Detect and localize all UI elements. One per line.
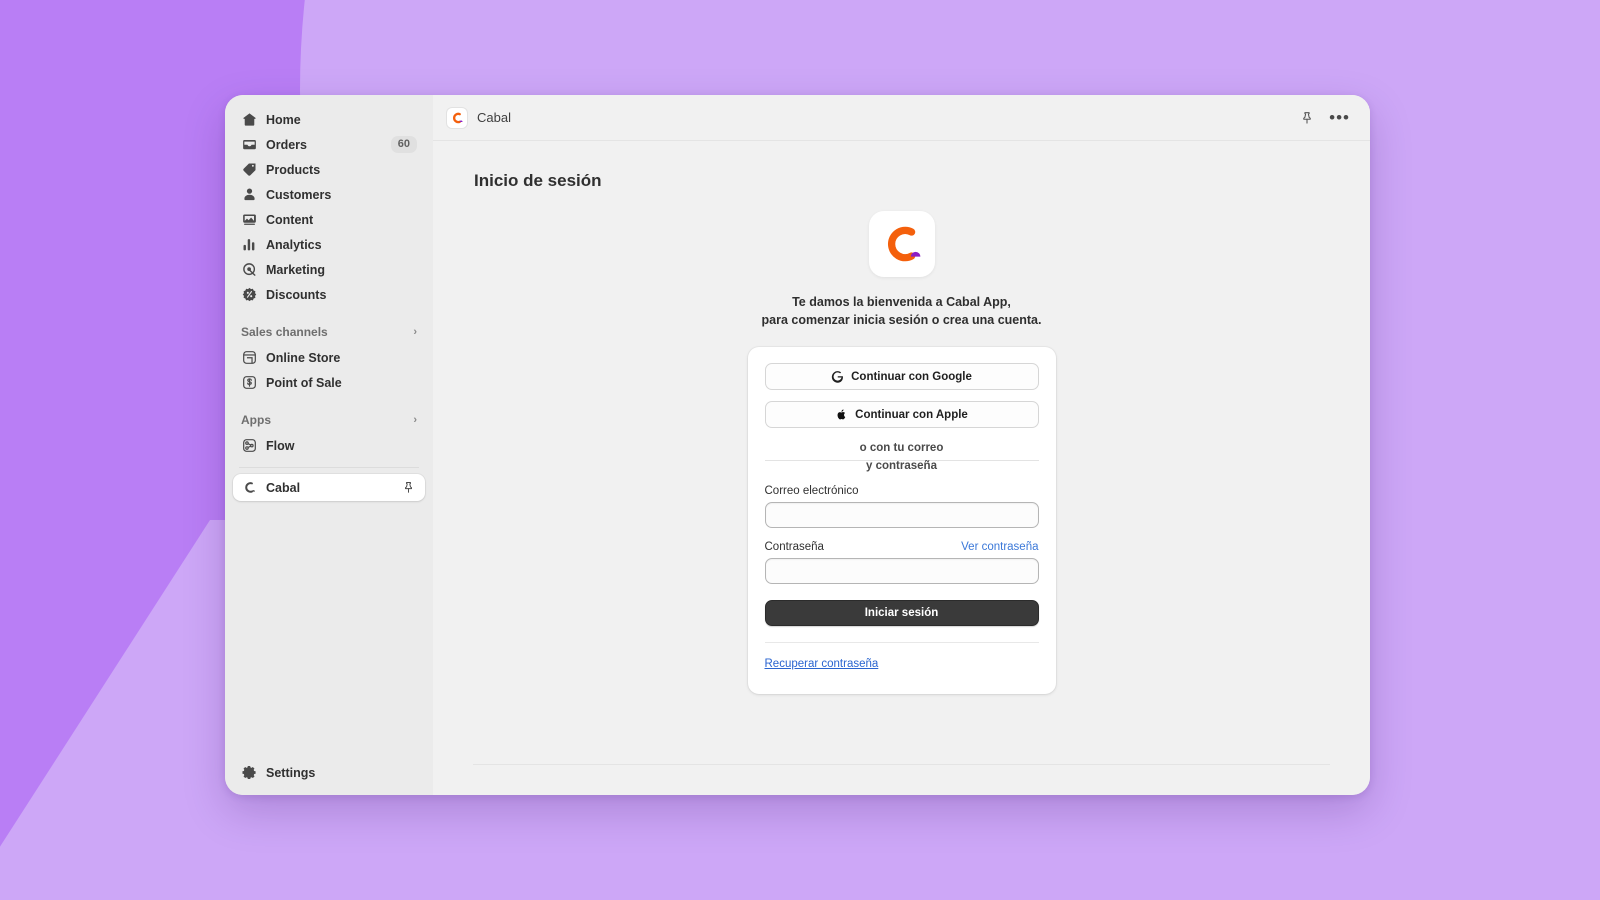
divider-text: o con tu correo y contraseña (854, 439, 950, 475)
sidebar-item-home[interactable]: Home (233, 107, 425, 132)
sidebar-item-settings[interactable]: Settings (233, 760, 425, 785)
sidebar-item-label: Home (266, 112, 301, 127)
pin-icon[interactable] (399, 479, 417, 497)
sidebar: Home Orders 60 Products Customers Conten… (225, 95, 433, 795)
sidebar-item-label: Marketing (266, 262, 326, 277)
customers-person-icon (241, 187, 257, 203)
sidebar-item-orders[interactable]: Orders 60 (233, 132, 425, 157)
password-label-row: Contraseña Ver contraseña (765, 541, 1039, 553)
sidebar-item-customers[interactable]: Customers (233, 182, 425, 207)
point-of-sale-icon (241, 375, 257, 391)
content-media-icon (241, 212, 257, 228)
sidebar-item-flow[interactable]: Flow (233, 433, 425, 458)
field-spacer (765, 528, 1039, 541)
cabal-logo-icon (241, 480, 257, 496)
sidebar-section-sales-channels[interactable]: Sales channels › (233, 321, 425, 343)
sidebar-item-marketing[interactable]: Marketing (233, 257, 425, 282)
page-title: Inicio de sesión (474, 171, 602, 190)
email-input[interactable] (764, 502, 1039, 528)
section-title: Apps (241, 413, 271, 427)
flow-app-icon (241, 438, 257, 454)
orders-badge: 60 (390, 136, 417, 153)
products-tag-icon (241, 162, 257, 178)
sidebar-item-label: Discounts (266, 287, 327, 302)
continue-with-google-button[interactable]: Continuar con Google (764, 363, 1039, 390)
sidebar-item-label: Point of Sale (266, 375, 342, 390)
sidebar-item-label: Content (266, 212, 314, 227)
sidebar-section-apps[interactable]: Apps › (233, 409, 425, 431)
content-bottom-divider (473, 764, 1330, 765)
topbar-title: Cabal (477, 110, 511, 125)
sidebar-item-content[interactable]: Content (233, 207, 425, 232)
sidebar-item-label: Orders (266, 137, 307, 152)
recover-password-link[interactable]: Recuperar contraseña (765, 658, 879, 670)
sidebar-item-products[interactable]: Products (233, 157, 425, 182)
password-input[interactable] (764, 558, 1039, 584)
more-horizontal-icon[interactable]: ••• (1329, 109, 1350, 126)
sidebar-item-label: Analytics (266, 237, 322, 252)
google-g-icon (831, 370, 844, 383)
topbar: Cabal ••• (433, 95, 1370, 141)
main-panel: Cabal ••• Inicio de sesión Te damos la b… (433, 95, 1370, 795)
pin-icon[interactable] (1299, 110, 1315, 126)
password-label: Contraseña (764, 541, 824, 553)
divider-line-1: o con tu correo (859, 442, 944, 454)
apple-logo-icon (835, 408, 848, 421)
section-title: Sales channels (241, 325, 328, 339)
chevron-right-icon: › (413, 325, 417, 338)
sidebar-item-label: Settings (266, 765, 316, 780)
cabal-logo-icon (887, 226, 920, 262)
sidebar-divider (239, 467, 419, 468)
sidebar-item-cabal[interactable]: Cabal (233, 474, 425, 501)
brand-logo-tile (868, 211, 935, 277)
chevron-right-icon: › (413, 413, 417, 426)
sign-in-button[interactable]: Iniciar sesión (764, 600, 1039, 626)
continue-with-apple-button[interactable]: Continuar con Apple (764, 401, 1039, 428)
login-card: Continuar con Google Continuar con Apple… (747, 347, 1056, 694)
email-label: Correo electrónico (764, 485, 859, 497)
sidebar-item-label: Products (266, 162, 321, 177)
google-button-label: Continuar con Google (851, 370, 972, 383)
online-store-icon (241, 350, 257, 366)
card-divider (764, 642, 1039, 643)
marketing-target-icon (241, 262, 257, 278)
sidebar-item-label: Cabal (266, 480, 301, 495)
orders-inbox-icon (241, 137, 257, 153)
cabal-logo-icon (447, 107, 467, 128)
welcome-text: Te damos la bienvenida a Cabal App, para… (762, 293, 1042, 329)
divider-line-2: y contraseña (866, 460, 937, 472)
sidebar-item-label: Customers (266, 187, 332, 202)
sidebar-item-analytics[interactable]: Analytics (233, 232, 425, 257)
home-icon (241, 112, 257, 128)
login-column: Te damos la bienvenida a Cabal App, para… (747, 191, 1056, 694)
toggle-password-visibility-link[interactable]: Ver contraseña (961, 541, 1038, 553)
welcome-line-2: para comenzar inicia sesión o crea una c… (761, 313, 1042, 327)
sidebar-item-label: Flow (266, 438, 295, 453)
discounts-badge-icon (241, 287, 257, 303)
app-window: Home Orders 60 Products Customers Conten… (225, 95, 1370, 795)
email-divider: o con tu correo y contraseña (764, 439, 1039, 475)
email-label-row: Correo electrónico (765, 485, 1039, 497)
apple-button-label: Continuar con Apple (855, 408, 968, 421)
sidebar-item-online-store[interactable]: Online Store (233, 345, 425, 370)
content-area: Inicio de sesión Te damos la bienvenida … (433, 141, 1370, 795)
sidebar-item-discounts[interactable]: Discounts (233, 282, 425, 307)
gear-icon (241, 765, 257, 781)
topbar-actions: ••• (1299, 109, 1350, 126)
sidebar-item-point-of-sale[interactable]: Point of Sale (233, 370, 425, 395)
analytics-bars-icon (241, 237, 257, 253)
sidebar-item-label: Online Store (266, 350, 341, 365)
welcome-line-1: Te damos la bienvenida a Cabal App, (792, 295, 1011, 309)
